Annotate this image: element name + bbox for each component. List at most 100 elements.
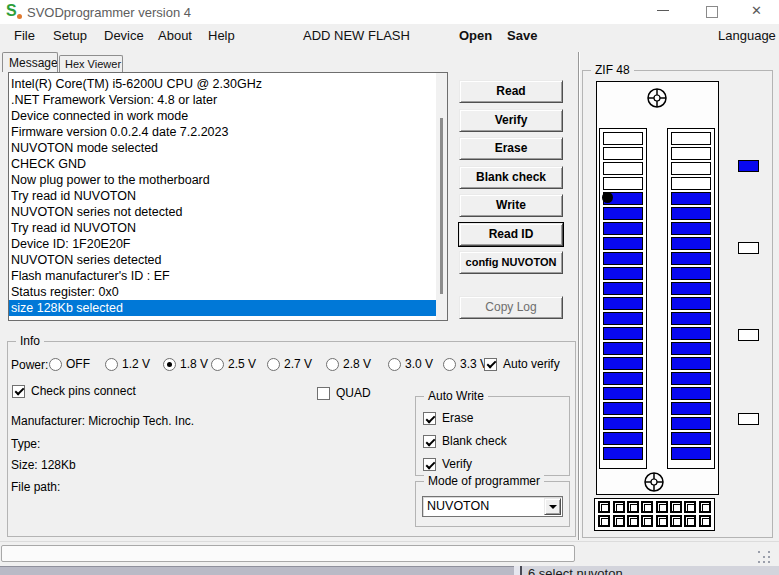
auto-write-verify-checkbox[interactable]: Verify [423, 458, 507, 471]
connector-cell [627, 515, 639, 527]
power-radio-2.7-v[interactable]: 2.7 V [267, 357, 312, 371]
log-line[interactable]: NUVOTON series not detected [9, 204, 437, 220]
menu-bar: File Setup Device About Help ADD NEW FLASH Ope… [0, 24, 779, 49]
connector-cell [656, 515, 668, 527]
checkbox-icon[interactable] [12, 385, 25, 398]
menu-item-file[interactable]: File [14, 28, 35, 43]
mode-groupbox: Mode of programmer NUVOTON [415, 481, 570, 527]
log-line[interactable]: Intel(R) Core(TM) i5-6200U CPU @ 2.30GHz [9, 76, 437, 92]
mode-combobox[interactable]: NUVOTON [422, 496, 563, 517]
log-line[interactable]: Firmware version 0.0.2.4 date 7.2.2023 [9, 124, 437, 140]
menu-item-setup[interactable]: Setup [53, 28, 87, 43]
checkbox-icon[interactable] [423, 435, 436, 448]
read-button[interactable]: Read [459, 80, 563, 103]
check-pins-label: Check pins connect [31, 384, 136, 398]
combobox-dropdown-button[interactable] [544, 498, 561, 515]
log-line[interactable]: Device ID: 1F20E20F [9, 236, 437, 252]
verify-button[interactable]: Verify [459, 109, 563, 132]
connector-cell [684, 515, 696, 527]
menu-item-language[interactable]: Language [718, 28, 776, 43]
maximize-button[interactable] [696, 0, 726, 23]
zif-pin-row [603, 177, 643, 190]
zif-pin-row [671, 147, 711, 160]
log-line[interactable]: CHECK GND [9, 156, 437, 172]
checkbox-icon[interactable] [484, 358, 497, 371]
log-line[interactable]: size 128Kb selected [9, 300, 437, 316]
auto-write-option-label: Blank check [442, 435, 507, 448]
log-scrollbar-thumb[interactable] [440, 118, 443, 294]
radio-icon[interactable] [267, 358, 280, 371]
power-radio-1.8-v[interactable]: 1.8 V [163, 357, 208, 371]
log-line[interactable]: NUVOTON mode selected [9, 140, 437, 156]
read-id-button[interactable]: Read ID [459, 223, 563, 246]
message-log[interactable]: Intel(R) Core(TM) i5-6200U CPU @ 2.30GHz… [8, 72, 448, 321]
log-line[interactable]: Try read id NUVOTON [9, 188, 437, 204]
quad-checkbox[interactable]: QUAD [317, 386, 371, 400]
power-radio-2.8-v[interactable]: 2.8 V [326, 357, 371, 371]
log-line[interactable]: Flash manufacturer's ID : EF [9, 268, 437, 284]
zif-pin-row [671, 192, 711, 205]
connector-cell [598, 515, 610, 527]
power-radio-label: 2.8 V [343, 357, 371, 371]
minimize-button[interactable] [648, 0, 678, 23]
zif-pin-row [603, 147, 643, 160]
radio-icon[interactable] [163, 358, 176, 371]
tab-message[interactable]: Message [2, 52, 58, 72]
background-window-left [0, 566, 514, 575]
check-pins-checkbox[interactable]: Check pins connect [12, 384, 136, 398]
radio-icon[interactable] [211, 358, 224, 371]
radio-icon[interactable] [326, 358, 339, 371]
checkbox-icon[interactable] [423, 458, 436, 471]
zif-pin-row [603, 162, 643, 175]
auto-write-erase-checkbox[interactable]: Erase [423, 412, 507, 425]
zif-pin-row [671, 312, 711, 325]
auto-write-blank-check-checkbox[interactable]: Blank check [423, 435, 507, 448]
menu-item-save[interactable]: Save [507, 28, 537, 43]
radio-icon[interactable] [49, 358, 62, 371]
info-groupbox-label: Info [16, 334, 44, 348]
config-nuvoton-button[interactable]: config NUVOTON [459, 251, 563, 274]
radio-icon[interactable] [443, 358, 456, 371]
copy-log-button[interactable]: Copy Log [459, 296, 563, 319]
checkbox-icon[interactable] [317, 387, 330, 400]
log-line[interactable]: Device connected in work mode [9, 108, 437, 124]
log-line[interactable]: Status register: 0x0 [9, 284, 437, 300]
zif-pin-row [603, 447, 643, 460]
auto-verify-label: Auto verify [503, 357, 560, 371]
power-radio-label: 1.2 V [122, 357, 150, 371]
menu-item-about[interactable]: About [158, 28, 192, 43]
tab-hex-viewer[interactable]: Hex Viewer [59, 55, 123, 72]
log-scrollbar[interactable] [436, 73, 447, 320]
auto-verify-checkbox[interactable]: Auto verify [484, 357, 560, 371]
menu-item-add-new-flash[interactable]: ADD NEW FLASH [303, 28, 410, 43]
auto-write-option-label: Erase [442, 412, 473, 425]
menu-item-open[interactable]: Open [459, 28, 492, 43]
power-radio-1.2-v[interactable]: 1.2 V [105, 357, 150, 371]
power-radio-label: 1.8 V [180, 357, 208, 371]
menu-item-help[interactable]: Help [208, 28, 235, 43]
mode-groupbox-label: Mode of programmer [424, 474, 544, 488]
checkbox-icon[interactable] [423, 412, 436, 425]
zif-pin-row [603, 312, 643, 325]
log-line[interactable]: Try read id NUVOTON [9, 220, 437, 236]
menu-item-device[interactable]: Device [104, 28, 144, 43]
write-button[interactable]: Write [459, 194, 563, 217]
radio-icon[interactable] [105, 358, 118, 371]
close-button[interactable] [742, 0, 772, 23]
log-line[interactable]: NUVOTON series detected [9, 252, 437, 268]
blank-check-button[interactable]: Blank check [459, 166, 563, 189]
log-line[interactable]: .NET Framework Version: 4.8 or later [9, 92, 437, 108]
zif-connector [594, 498, 715, 531]
resize-grip[interactable] [758, 551, 774, 565]
zif-pin-row [603, 282, 643, 295]
window-title: SVODprogrammer version 4 [27, 5, 191, 20]
zif-pin-row [603, 297, 643, 310]
power-radio-off[interactable]: OFF [49, 357, 90, 371]
power-radio-3.0-v[interactable]: 3.0 V [388, 357, 433, 371]
power-radio-2.5-v[interactable]: 2.5 V [211, 357, 256, 371]
log-line[interactable]: Now plug power to the motherboard [9, 172, 437, 188]
zif-pin-row [671, 417, 711, 430]
power-radio-3.3-v[interactable]: 3.3 V [443, 357, 488, 371]
erase-button[interactable]: Erase [459, 137, 563, 160]
radio-icon[interactable] [388, 358, 401, 371]
